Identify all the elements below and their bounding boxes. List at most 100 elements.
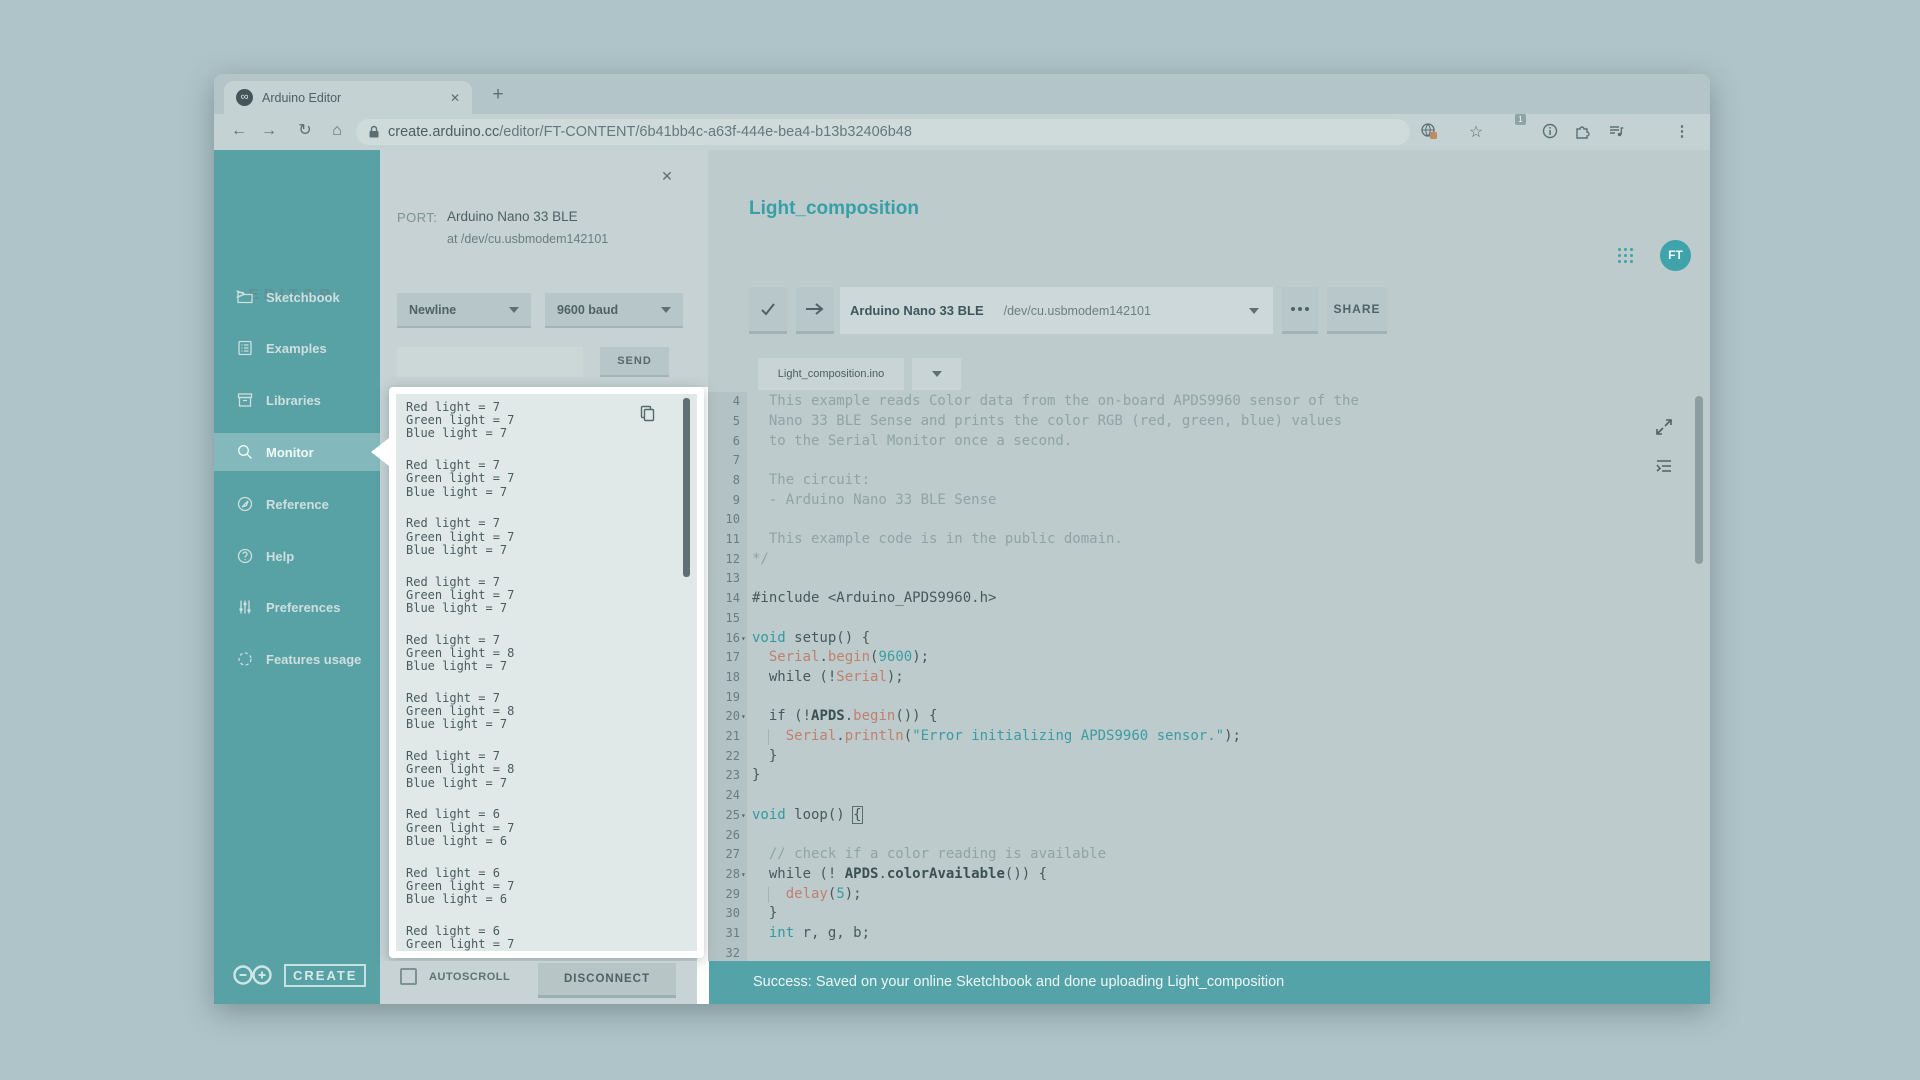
serial-output-entry: Red light = 6 Green light = 7 Blue light… [406, 808, 676, 848]
sidebar-item-examples[interactable]: Examples [214, 329, 380, 367]
serial-output-scrollbar[interactable] [683, 398, 690, 577]
code-line: 25▾void loop() { [708, 806, 1708, 826]
tab-close-icon[interactable]: ✕ [442, 91, 460, 105]
media-playlist-icon[interactable] [1606, 122, 1626, 142]
profile-badge: 1 [1515, 114, 1526, 125]
disconnect-button[interactable]: DISCONNECT [538, 963, 676, 998]
share-button[interactable]: SHARE [1327, 287, 1387, 334]
line-number: 32 [708, 944, 740, 961]
code-line: 17 Serial.begin(9600); [708, 648, 1708, 668]
line-number: 31 [708, 924, 740, 944]
forward-icon[interactable]: → [258, 114, 280, 150]
info-icon[interactable] [1540, 122, 1560, 142]
fullscreen-expand-icon[interactable] [1654, 417, 1674, 442]
back-icon[interactable]: ← [228, 114, 250, 150]
code-content[interactable]: 1▾/*2 APDS9960 - Color Sensor34 This exa… [708, 392, 1710, 961]
arduino-create-logo: CREATE [230, 962, 366, 988]
code-text: while (! APDS.colorAvailable()) { [752, 865, 1047, 885]
line-number: 7 [708, 451, 740, 471]
code-text: #include <Arduino_APDS9960.h> [752, 589, 996, 609]
code-text: while (!Serial); [752, 668, 904, 688]
autoscroll-checkbox[interactable] [400, 968, 417, 985]
sidebar-item-label: Monitor [266, 445, 314, 460]
code-line: 7 [708, 451, 1708, 471]
sketch-title: Light_composition [749, 198, 919, 220]
sidebar-item-libraries[interactable]: Libraries [214, 381, 380, 419]
translate-icon[interactable] [1419, 122, 1439, 142]
folder-icon [236, 288, 254, 306]
sidebar-item-label: Help [266, 549, 294, 564]
file-tab-menu[interactable] [912, 358, 961, 390]
line-number: 30 [708, 904, 740, 924]
code-line: 21 Serial.println("Error initializing AP… [708, 727, 1708, 747]
address-bar[interactable]: create.arduino.cc/editor/FT-CONTENT/6b41… [356, 119, 1410, 145]
fold-caret-icon[interactable]: ▾ [741, 865, 746, 885]
extensions-puzzle-icon[interactable] [1572, 122, 1592, 142]
line-number: 4 [708, 392, 740, 412]
browser-menu-icon[interactable]: ⋮ [1672, 122, 1692, 142]
line-number: 8 [708, 471, 740, 491]
chevron-down-icon [661, 307, 671, 313]
line-number: 12 [708, 550, 740, 570]
line-number: 17 [708, 648, 740, 668]
verify-button[interactable] [749, 287, 787, 334]
panel-close-icon[interactable]: ✕ [658, 168, 676, 185]
line-number: 18 [708, 668, 740, 688]
fold-caret-icon[interactable]: ▾ [741, 629, 746, 649]
send-button[interactable]: SEND [600, 347, 669, 377]
url-domain: create.arduino.cc [388, 124, 499, 140]
code-line: 22 } [708, 747, 1708, 767]
more-options-button[interactable] [1282, 287, 1318, 334]
board-port-selector[interactable]: Arduino Nano 33 BLE /dev/cu.usbmodem1421… [840, 287, 1273, 334]
sidebar-item-features-usage[interactable]: Features usage [214, 640, 380, 678]
code-text: This example code is in the public domai… [752, 530, 1123, 550]
line-number: 11 [708, 530, 740, 550]
code-line: 32 [708, 944, 1708, 961]
code-line: 18 while (!Serial); [708, 668, 1708, 688]
sidebar-item-preferences[interactable]: Preferences [214, 588, 380, 626]
create-brand-label: CREATE [284, 964, 366, 987]
line-number: 10 [708, 510, 740, 530]
sidebar-item-help[interactable]: Help [214, 537, 380, 575]
sidebar-item-reference[interactable]: Reference [214, 485, 380, 523]
bookmark-star-icon[interactable]: ☆ [1466, 122, 1486, 142]
code-line: 15 [708, 609, 1708, 629]
serial-output-entry: Red light = 7 Green light = 7 Blue light… [406, 576, 676, 616]
infinity-logo-icon [230, 962, 276, 988]
apps-grid-icon[interactable] [1618, 248, 1633, 263]
code-text: Serial.begin(9600); [752, 648, 929, 668]
new-tab-button[interactable]: + [486, 83, 510, 107]
user-avatar[interactable]: FT [1660, 240, 1691, 271]
code-text: delay(5); [752, 885, 862, 905]
copy-icon[interactable] [639, 405, 656, 427]
browser-tab[interactable]: ∞ Arduino Editor ✕ [224, 81, 472, 114]
editor-scrollbar[interactable] [1695, 396, 1703, 564]
sidebar-item-monitor[interactable]: Monitor [214, 433, 380, 471]
code-line: 14#include <Arduino_APDS9960.h> [708, 589, 1708, 609]
reload-icon[interactable]: ↻ [294, 114, 316, 150]
serial-output-highlight: Red light = 7 Green light = 7 Blue light… [389, 387, 704, 958]
sidebar-item-label: Features usage [266, 652, 361, 667]
serial-send-input[interactable] [397, 347, 583, 377]
serial-output[interactable]: Red light = 7 Green light = 7 Blue light… [396, 394, 676, 951]
question-icon [236, 547, 254, 565]
line-ending-dropdown[interactable]: Newline [397, 293, 531, 328]
code-line: 5 Nano 33 BLE Sense and prints the color… [708, 412, 1708, 432]
profile-avatar-icon[interactable]: 1 [1512, 122, 1532, 142]
line-number: 27 [708, 845, 740, 865]
line-number: 25 [708, 806, 740, 826]
sidebar-item-sketchbook[interactable]: Sketchbook [214, 278, 380, 316]
fold-caret-icon[interactable]: ▾ [741, 707, 746, 727]
upload-button[interactable] [796, 287, 834, 334]
file-tab[interactable]: Light_composition.ino [758, 358, 904, 390]
code-line: 29 delay(5); [708, 885, 1708, 905]
code-line: 31 int r, g, b; [708, 924, 1708, 944]
compass-icon [236, 495, 254, 513]
code-line: 13 [708, 569, 1708, 589]
fold-caret-icon[interactable]: ▾ [741, 806, 746, 826]
sidebar-item-label: Preferences [266, 600, 340, 615]
arduino-favicon-icon: ∞ [236, 89, 253, 106]
home-icon[interactable]: ⌂ [326, 114, 348, 150]
baud-rate-dropdown[interactable]: 9600 baud [545, 293, 683, 328]
format-lines-icon[interactable] [1654, 456, 1674, 481]
